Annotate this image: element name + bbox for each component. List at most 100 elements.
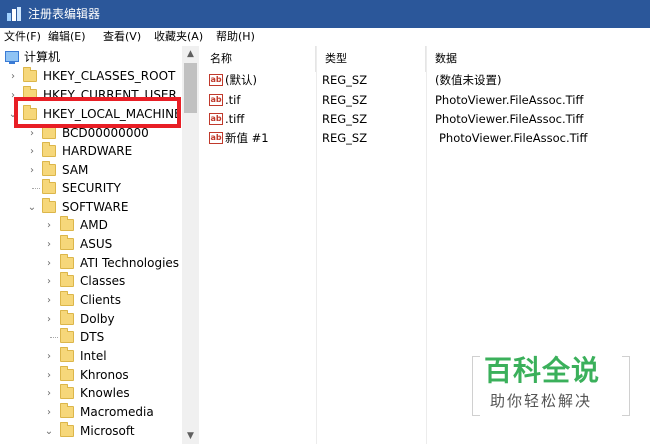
chevron-right-icon[interactable]: › [44, 235, 54, 254]
menu-view[interactable]: 查看(V) [103, 30, 141, 44]
column-header-data[interactable]: 数据 [426, 46, 650, 72]
value-name: .tif [225, 93, 241, 107]
tree-item-macromedia[interactable]: › Macromedia [0, 403, 182, 422]
tree-item-microsoft[interactable]: ⌄ Microsoft [0, 422, 182, 441]
tree-item-software[interactable]: ⌄ SOFTWARE [0, 198, 182, 217]
folder-icon [60, 310, 74, 325]
chevron-right-icon[interactable]: › [44, 310, 54, 329]
watermark-subtitle: 助你轻松解决 [490, 392, 593, 410]
folder-icon [60, 384, 74, 399]
chevron-right-icon[interactable]: › [44, 403, 54, 422]
menu-edit[interactable]: 编辑(E) [48, 30, 86, 44]
table-row[interactable]: ab .tiff REG_SZ PhotoViewer.FileAssoc.Ti… [201, 109, 650, 129]
tree-item-label: Intel [80, 349, 107, 363]
tree-item-label: AMD [80, 218, 108, 232]
tree-item-label: DTS [80, 330, 105, 344]
tree-item-intel[interactable]: › Intel [0, 347, 182, 366]
chevron-right-icon[interactable]: › [44, 272, 54, 291]
value-name: (默认) [225, 73, 257, 87]
value-data: PhotoViewer.FileAssoc.Tiff [435, 112, 584, 126]
tree-item-label: HARDWARE [62, 144, 133, 158]
folder-icon [60, 272, 74, 287]
folder-icon [60, 422, 74, 437]
table-row[interactable]: ab 新值 #1 REG_SZ PhotoViewer.FileAssoc.Ti… [201, 128, 650, 148]
folder-icon [60, 347, 74, 362]
tree-item-amd[interactable]: › AMD [0, 216, 182, 235]
chevron-right-icon[interactable]: › [44, 291, 54, 310]
computer-icon [5, 51, 19, 64]
value-type: REG_SZ [322, 131, 368, 145]
folder-icon [42, 142, 56, 157]
chevron-right-icon[interactable]: › [8, 67, 18, 86]
menu-help[interactable]: 帮助(H) [216, 30, 255, 44]
chevron-right-icon[interactable]: › [27, 161, 37, 180]
chevron-down-icon[interactable]: ⌄ [27, 198, 37, 217]
tree-item-label: SAM [62, 163, 89, 177]
scroll-up-icon[interactable]: ▲ [182, 46, 199, 62]
highlight-annotation-box [14, 97, 181, 128]
string-value-icon: ab [209, 74, 223, 86]
column-header-type[interactable]: 类型 [316, 46, 426, 72]
folder-icon [42, 198, 56, 213]
regedit-app-icon [7, 7, 21, 21]
chevron-down-icon[interactable]: ⌄ [44, 422, 54, 441]
value-data: PhotoViewer.FileAssoc.Tiff [435, 93, 584, 107]
tree-item-ati[interactable]: › ATI Technologies [0, 254, 182, 273]
tree-item-knowles[interactable]: › Knowles [0, 384, 182, 403]
tree-item-clients[interactable]: › Clients [0, 291, 182, 310]
watermark-bracket [622, 356, 630, 416]
chevron-right-icon[interactable]: › [44, 216, 54, 235]
tree-item-label: 计算机 [24, 50, 61, 64]
tree-item-computer[interactable]: 计算机 [0, 48, 182, 67]
tree-item-hardware[interactable]: › HARDWARE [0, 142, 182, 161]
tree-item-label: HKEY_CLASSES_ROOT [43, 69, 176, 83]
value-name: 新值 #1 [225, 131, 269, 145]
chevron-right-icon[interactable]: › [44, 254, 54, 273]
table-row[interactable]: ab .tif REG_SZ PhotoViewer.FileAssoc.Tif… [201, 90, 650, 110]
folder-icon [60, 403, 74, 418]
tree-item-sam[interactable]: › SAM [0, 161, 182, 180]
folder-icon [42, 161, 56, 176]
value-type: REG_SZ [322, 73, 368, 87]
chevron-right-icon[interactable]: › [44, 366, 54, 385]
scrollbar-thumb[interactable] [184, 63, 197, 113]
string-value-icon: ab [209, 94, 223, 106]
column-header-name[interactable]: 名称 [201, 46, 316, 72]
value-data: (数值未设置) [435, 73, 502, 87]
tree-item-label: Classes [80, 274, 126, 288]
folder-icon [60, 291, 74, 306]
folder-icon [60, 366, 74, 381]
watermark-bracket [472, 356, 480, 416]
tree-item-asus[interactable]: › ASUS [0, 235, 182, 254]
string-value-icon: ab [209, 132, 223, 144]
chevron-right-icon[interactable]: › [44, 384, 54, 403]
tree-item-dts[interactable]: DTS [0, 328, 182, 347]
tree-scrollbar[interactable]: ▲ ▼ [182, 46, 199, 444]
folder-icon [60, 328, 74, 343]
value-name: .tiff [225, 112, 245, 126]
folder-icon [42, 179, 56, 194]
folder-icon [60, 235, 74, 250]
chevron-right-icon[interactable]: › [44, 347, 54, 366]
folder-icon [60, 254, 74, 269]
folder-icon [42, 124, 56, 139]
menu-file[interactable]: 文件(F) [4, 30, 41, 44]
string-value-icon: ab [209, 113, 223, 125]
tree-item-label: Microsoft [80, 424, 135, 438]
value-type: REG_SZ [322, 93, 368, 107]
title-bar: 注册表编辑器 [0, 0, 650, 28]
tree-item-label: Khronos [80, 368, 129, 382]
tree-item-label: ASUS [80, 237, 113, 251]
tree-connector [50, 337, 58, 338]
tree-item-dolby[interactable]: › Dolby [0, 310, 182, 329]
folder-icon [23, 67, 37, 82]
tree-item-classes[interactable]: › Classes [0, 272, 182, 291]
tree-item-hkcr[interactable]: › HKEY_CLASSES_ROOT [0, 67, 182, 86]
table-row[interactable]: ab (默认) REG_SZ (数值未设置) [201, 70, 650, 90]
folder-icon [60, 216, 74, 231]
tree-item-khronos[interactable]: › Khronos [0, 366, 182, 385]
chevron-right-icon[interactable]: › [27, 142, 37, 161]
scroll-down-icon[interactable]: ▼ [182, 428, 199, 444]
tree-item-security[interactable]: SECURITY [0, 179, 182, 198]
menu-favorites[interactable]: 收藏夹(A) [154, 30, 203, 44]
